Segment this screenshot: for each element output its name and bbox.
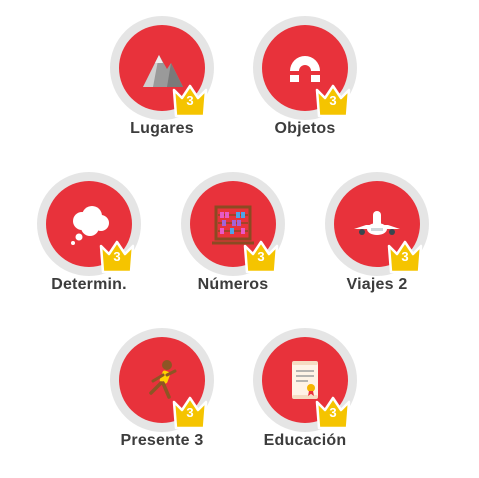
crown-level: 3 [329,405,337,420]
crown-level: 3 [186,405,194,420]
crown-level: 3 [257,249,265,264]
skill-viajes-2[interactable]: 3 Viajes 2 [315,172,435,312]
crown-badge: 3 [314,82,352,120]
skill-label: Números [197,276,269,293]
crown-badge: 3 [386,238,424,276]
crown-badge: 3 [171,394,209,432]
skill-label: Educación [263,432,347,449]
skill-label: Objetos [274,120,336,137]
skill-label: Lugares [130,120,194,137]
crown-level: 3 [113,249,121,264]
crown-level: 3 [186,93,194,108]
crown-badge: 3 [242,238,280,276]
skill-presente-3[interactable]: 3 Presente 3 [100,328,220,468]
skill-numeros[interactable]: 3 Números [171,172,291,312]
skill-lugares[interactable]: 3 Lugares [100,16,220,156]
skill-label: Viajes 2 [346,276,408,293]
skill-educacion[interactable]: 3 Educación [243,328,363,468]
crown-level: 3 [329,93,337,108]
skill-label: Determin. [51,276,127,293]
crown-badge: 3 [98,238,136,276]
crown-badge: 3 [171,82,209,120]
crown-badge: 3 [314,394,352,432]
skill-objetos[interactable]: 3 Objetos [243,16,363,156]
skill-label: Presente 3 [120,432,204,449]
skill-determin[interactable]: 3 Determin. [27,172,147,312]
crown-level: 3 [401,249,409,264]
